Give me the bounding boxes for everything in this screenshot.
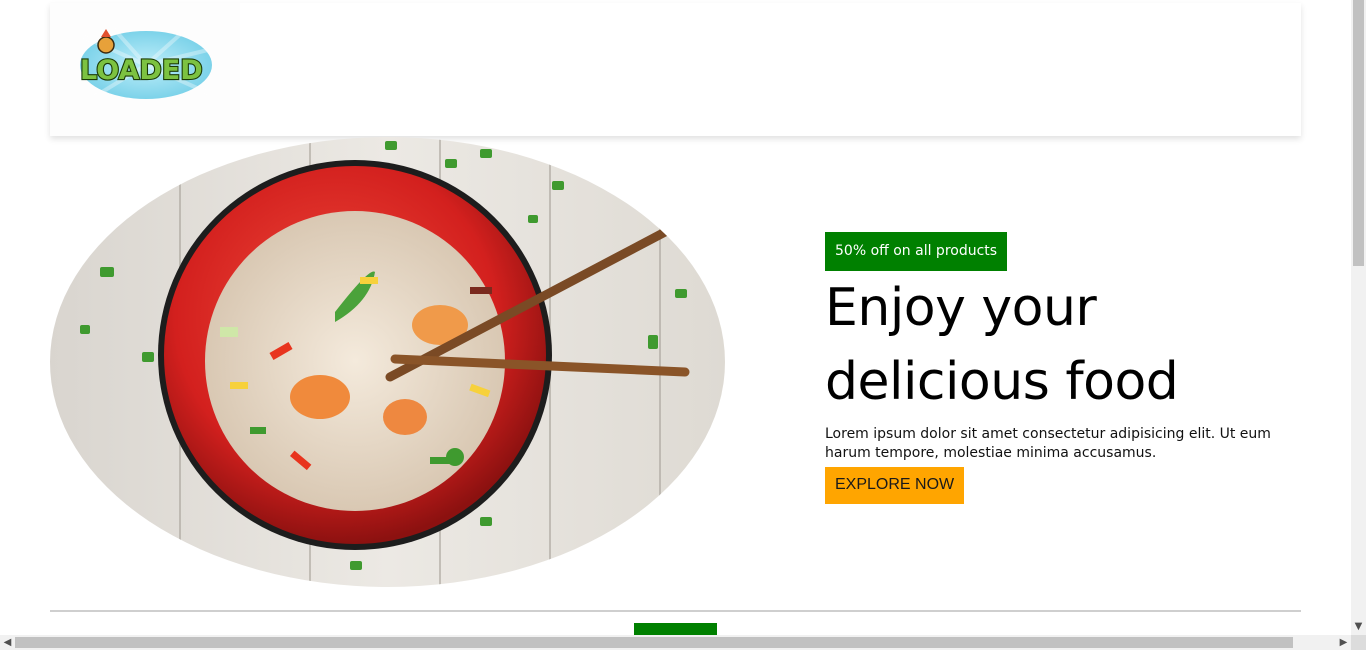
section-title-tab	[634, 623, 717, 635]
vertical-scroll-thumb[interactable]	[1353, 0, 1364, 266]
section-divider	[50, 610, 1301, 612]
explore-now-button[interactable]: EXPLORE NOW	[825, 467, 965, 504]
scrollbar-corner	[1351, 635, 1366, 650]
site-header: LOADED	[50, 3, 1301, 136]
vertical-scrollbar[interactable]: ▼	[1351, 0, 1366, 635]
page: LOADED 50% off on all products Enjoy you…	[0, 0, 1351, 635]
horizontal-scroll-thumb[interactable]	[15, 637, 1293, 648]
discount-badge: 50% off on all products	[825, 232, 1008, 271]
hero-description: Lorem ipsum dolor sit amet consectetur a…	[825, 426, 1271, 461]
logo[interactable]: LOADED	[50, 3, 240, 136]
logo-text: LOADED	[80, 55, 203, 86]
scroll-down-icon[interactable]: ▼	[1351, 620, 1366, 634]
logo-icon: LOADED	[79, 27, 213, 99]
scroll-right-icon[interactable]: ▶	[1336, 635, 1351, 650]
hero-headline: Enjoy your delicious food	[825, 278, 1179, 412]
noodle-bowl-image	[50, 137, 725, 587]
scroll-left-icon[interactable]: ◀	[0, 635, 15, 650]
horizontal-scrollbar[interactable]: ◀ ▶	[0, 635, 1351, 650]
hero-content: 50% off on all products Enjoy your delic…	[825, 232, 1295, 504]
